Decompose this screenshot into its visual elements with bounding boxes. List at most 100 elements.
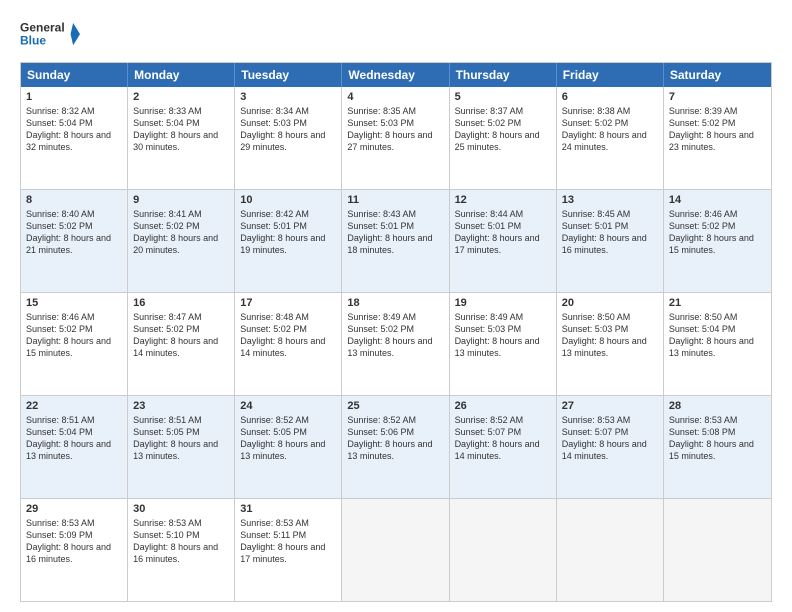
calendar-week: 29Sunrise: 8:53 AMSunset: 5:09 PMDayligh… bbox=[21, 498, 771, 601]
calendar-header-cell: Thursday bbox=[450, 63, 557, 87]
calendar-cell: 5 Sunrise: 8:37 AMSunset: 5:02 PMDaylight… bbox=[450, 87, 557, 189]
cell-text: Sunrise: 8:45 AMSunset: 5:01 PMDaylight:… bbox=[562, 208, 658, 257]
calendar-cell: 19 Sunrise: 8:49 AMSunset: 5:03 PMDayligh… bbox=[450, 293, 557, 395]
calendar: SundayMondayTuesdayWednesdayThursdayFrid… bbox=[20, 62, 772, 602]
calendar-cell: 16 Sunrise: 8:47 AMSunset: 5:02 PMDayligh… bbox=[128, 293, 235, 395]
day-number: 1 bbox=[26, 91, 122, 103]
cell-text: Sunrise: 8:53 AMSunset: 5:07 PMDaylight:… bbox=[562, 414, 658, 463]
day-number: 13 bbox=[562, 194, 658, 206]
calendar-week: 1 Sunrise: 8:32 AMSunset: 5:04 PMDaylight… bbox=[21, 87, 771, 189]
day-number: 25 bbox=[347, 400, 443, 412]
calendar-cell: 20 Sunrise: 8:50 AMSunset: 5:03 PMDayligh… bbox=[557, 293, 664, 395]
calendar-cell-empty bbox=[664, 499, 771, 601]
logo-svg: General Blue bbox=[20, 16, 80, 54]
day-number: 2 bbox=[133, 91, 229, 103]
day-number: 4 bbox=[347, 91, 443, 103]
cell-text: Sunrise: 8:43 AMSunset: 5:01 PMDaylight:… bbox=[347, 208, 443, 257]
calendar-cell: 7 Sunrise: 8:39 AMSunset: 5:02 PMDaylight… bbox=[664, 87, 771, 189]
header: General Blue bbox=[20, 16, 772, 54]
calendar-cell: 11 Sunrise: 8:43 AMSunset: 5:01 PMDayligh… bbox=[342, 190, 449, 292]
calendar-cell: 28 Sunrise: 8:53 AMSunset: 5:08 PMDayligh… bbox=[664, 396, 771, 498]
calendar-header-cell: Sunday bbox=[21, 63, 128, 87]
calendar-cell-empty bbox=[557, 499, 664, 601]
page: General Blue SundayMondayTuesdayWednesda… bbox=[0, 0, 792, 612]
calendar-cell: 13 Sunrise: 8:45 AMSunset: 5:01 PMDayligh… bbox=[557, 190, 664, 292]
calendar-cell: 4 Sunrise: 8:35 AMSunset: 5:03 PMDaylight… bbox=[342, 87, 449, 189]
calendar-cell: 9Sunrise: 8:41 AMSunset: 5:02 PMDaylight… bbox=[128, 190, 235, 292]
day-number: 19 bbox=[455, 297, 551, 309]
cell-text: Sunrise: 8:51 AMSunset: 5:04 PMDaylight:… bbox=[26, 414, 122, 463]
calendar-cell: 8 Sunrise: 8:40 AMSunset: 5:02 PMDaylight… bbox=[21, 190, 128, 292]
cell-text: Sunrise: 8:52 AMSunset: 5:07 PMDaylight:… bbox=[455, 414, 551, 463]
calendar-header-cell: Tuesday bbox=[235, 63, 342, 87]
cell-text: Sunrise: 8:50 AMSunset: 5:03 PMDaylight:… bbox=[562, 311, 658, 360]
cell-text: Sunrise: 8:33 AMSunset: 5:04 PMDaylight:… bbox=[133, 105, 229, 154]
calendar-cell: 30Sunrise: 8:53 AMSunset: 5:10 PMDayligh… bbox=[128, 499, 235, 601]
day-number: 11 bbox=[347, 194, 443, 206]
calendar-body: 1 Sunrise: 8:32 AMSunset: 5:04 PMDaylight… bbox=[21, 87, 771, 601]
calendar-cell: 2 Sunrise: 8:33 AMSunset: 5:04 PMDaylight… bbox=[128, 87, 235, 189]
calendar-week: 22 Sunrise: 8:51 AMSunset: 5:04 PMDayligh… bbox=[21, 395, 771, 498]
calendar-cell: 17Sunrise: 8:48 AMSunset: 5:02 PMDayligh… bbox=[235, 293, 342, 395]
day-number: 20 bbox=[562, 297, 658, 309]
calendar-cell: 24 Sunrise: 8:52 AMSunset: 5:05 PMDayligh… bbox=[235, 396, 342, 498]
cell-text: Sunrise: 8:52 AMSunset: 5:06 PMDaylight:… bbox=[347, 414, 443, 463]
cell-text: Sunrise: 8:42 AMSunset: 5:01 PMDaylight:… bbox=[240, 208, 336, 257]
cell-text: Sunrise: 8:44 AMSunset: 5:01 PMDaylight:… bbox=[455, 208, 551, 257]
cell-text: Sunrise: 8:46 AMSunset: 5:02 PMDaylight:… bbox=[669, 208, 766, 257]
calendar-header-cell: Saturday bbox=[664, 63, 771, 87]
cell-text: Sunrise: 8:38 AMSunset: 5:02 PMDaylight:… bbox=[562, 105, 658, 154]
cell-text: Sunrise: 8:53 AMSunset: 5:08 PMDaylight:… bbox=[669, 414, 766, 463]
cell-text: Sunrise: 8:35 AMSunset: 5:03 PMDaylight:… bbox=[347, 105, 443, 154]
day-number: 15 bbox=[26, 297, 122, 309]
cell-text: Sunrise: 8:49 AMSunset: 5:02 PMDaylight:… bbox=[347, 311, 443, 360]
calendar-header: SundayMondayTuesdayWednesdayThursdayFrid… bbox=[21, 63, 771, 87]
day-number: 14 bbox=[669, 194, 766, 206]
svg-text:General: General bbox=[20, 21, 65, 35]
calendar-header-cell: Friday bbox=[557, 63, 664, 87]
cell-text: Sunrise: 8:51 AMSunset: 5:05 PMDaylight:… bbox=[133, 414, 229, 463]
calendar-cell: 18 Sunrise: 8:49 AMSunset: 5:02 PMDayligh… bbox=[342, 293, 449, 395]
day-number: 16 bbox=[133, 297, 229, 309]
day-number: 27 bbox=[562, 400, 658, 412]
day-number: 28 bbox=[669, 400, 766, 412]
day-number: 8 bbox=[26, 194, 122, 206]
cell-text: Sunrise: 8:47 AMSunset: 5:02 PMDaylight:… bbox=[133, 311, 229, 360]
calendar-week: 15 Sunrise: 8:46 AMSunset: 5:02 PMDayligh… bbox=[21, 292, 771, 395]
day-number: 7 bbox=[669, 91, 766, 103]
day-number: 3 bbox=[240, 91, 336, 103]
calendar-cell: 10 Sunrise: 8:42 AMSunset: 5:01 PMDayligh… bbox=[235, 190, 342, 292]
calendar-cell: 22 Sunrise: 8:51 AMSunset: 5:04 PMDayligh… bbox=[21, 396, 128, 498]
day-number: 23 bbox=[133, 400, 229, 412]
cell-text: Sunrise: 8:53 AMSunset: 5:11 PMDaylight:… bbox=[240, 517, 336, 566]
day-number: 5 bbox=[455, 91, 551, 103]
cell-text: Sunrise: 8:32 AMSunset: 5:04 PMDaylight:… bbox=[26, 105, 122, 154]
calendar-cell: 6Sunrise: 8:38 AMSunset: 5:02 PMDaylight… bbox=[557, 87, 664, 189]
cell-text: Sunrise: 8:52 AMSunset: 5:05 PMDaylight:… bbox=[240, 414, 336, 463]
calendar-cell: 27 Sunrise: 8:53 AMSunset: 5:07 PMDayligh… bbox=[557, 396, 664, 498]
calendar-cell: 31Sunrise: 8:53 AMSunset: 5:11 PMDayligh… bbox=[235, 499, 342, 601]
calendar-header-cell: Wednesday bbox=[342, 63, 449, 87]
day-number: 22 bbox=[26, 400, 122, 412]
cell-text: Sunrise: 8:34 AMSunset: 5:03 PMDaylight:… bbox=[240, 105, 336, 154]
cell-text: Sunrise: 8:41 AMSunset: 5:02 PMDaylight:… bbox=[133, 208, 229, 257]
cell-text: Sunrise: 8:37 AMSunset: 5:02 PMDaylight:… bbox=[455, 105, 551, 154]
calendar-cell: 15 Sunrise: 8:46 AMSunset: 5:02 PMDayligh… bbox=[21, 293, 128, 395]
cell-text: Sunrise: 8:46 AMSunset: 5:02 PMDaylight:… bbox=[26, 311, 122, 360]
cell-text: Sunrise: 8:39 AMSunset: 5:02 PMDaylight:… bbox=[669, 105, 766, 154]
day-number: 10 bbox=[240, 194, 336, 206]
calendar-header-cell: Monday bbox=[128, 63, 235, 87]
day-number: 24 bbox=[240, 400, 336, 412]
calendar-cell: 29Sunrise: 8:53 AMSunset: 5:09 PMDayligh… bbox=[21, 499, 128, 601]
calendar-cell: 25 Sunrise: 8:52 AMSunset: 5:06 PMDayligh… bbox=[342, 396, 449, 498]
day-number: 18 bbox=[347, 297, 443, 309]
cell-text: Sunrise: 8:40 AMSunset: 5:02 PMDaylight:… bbox=[26, 208, 122, 257]
calendar-cell: 14 Sunrise: 8:46 AMSunset: 5:02 PMDayligh… bbox=[664, 190, 771, 292]
cell-text: Sunrise: 8:50 AMSunset: 5:04 PMDaylight:… bbox=[669, 311, 766, 360]
cell-text: Sunrise: 8:53 AMSunset: 5:10 PMDaylight:… bbox=[133, 517, 229, 566]
logo: General Blue bbox=[20, 16, 80, 54]
day-number: 26 bbox=[455, 400, 551, 412]
day-number: 17 bbox=[240, 297, 336, 309]
calendar-cell: 23 Sunrise: 8:51 AMSunset: 5:05 PMDayligh… bbox=[128, 396, 235, 498]
cell-text: Sunrise: 8:49 AMSunset: 5:03 PMDaylight:… bbox=[455, 311, 551, 360]
